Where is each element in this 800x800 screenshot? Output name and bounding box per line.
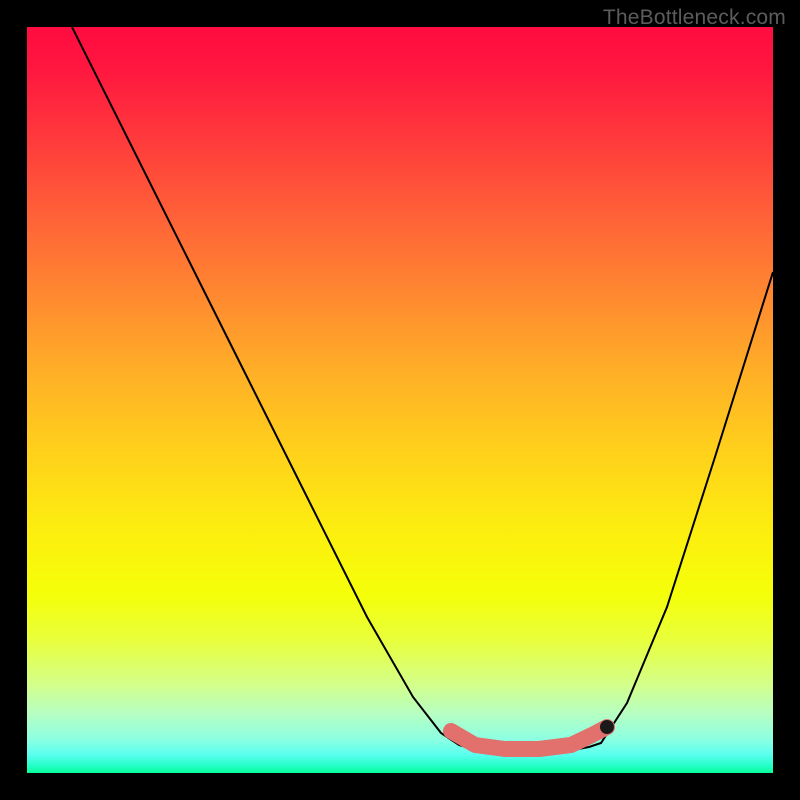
watermark-text: TheBottleneck.com <box>603 6 786 30</box>
chart-stage: TheBottleneck.com <box>0 0 800 800</box>
bottleneck-curve <box>72 27 773 753</box>
curve-layer <box>27 27 773 773</box>
plot-area <box>27 27 773 773</box>
anchor-dot-icon <box>600 720 614 734</box>
optimal-range-highlight <box>451 727 607 749</box>
